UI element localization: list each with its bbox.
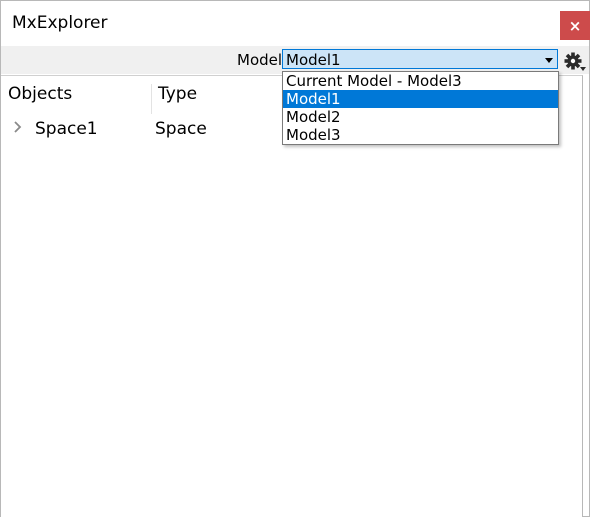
dropdown-option-model1[interactable]: Model1 — [283, 90, 558, 108]
dropdown-option-current-model[interactable]: Current Model - Model3 — [283, 72, 558, 90]
mxexplorer-window: MxExplorer × Model Model1 Objects Type S… — [0, 0, 590, 517]
tree-row-type: Space — [155, 119, 207, 139]
dropdown-option-model2[interactable]: Model2 — [283, 108, 558, 126]
column-divider[interactable] — [151, 84, 152, 114]
column-header-type[interactable]: Type — [158, 84, 197, 104]
gear-icon[interactable] — [564, 52, 586, 72]
toolbar: Model Model1 — [1, 46, 589, 74]
title-bar: MxExplorer × — [1, 1, 590, 45]
dropdown-option-model3[interactable]: Model3 — [283, 126, 558, 144]
tree-row-name: Space1 — [35, 119, 98, 139]
column-header-objects[interactable]: Objects — [8, 84, 72, 104]
model-select-value: Model1 — [286, 51, 341, 69]
close-button[interactable]: × — [560, 11, 590, 40]
dropdown-arrow-icon — [545, 58, 553, 63]
model-select[interactable]: Model1 — [282, 49, 558, 69]
chevron-right-icon[interactable] — [13, 121, 23, 133]
window-title: MxExplorer — [12, 13, 108, 33]
model-label: Model — [237, 51, 283, 69]
model-dropdown-list: Current Model - Model3 Model1 Model2 Mod… — [282, 71, 559, 145]
